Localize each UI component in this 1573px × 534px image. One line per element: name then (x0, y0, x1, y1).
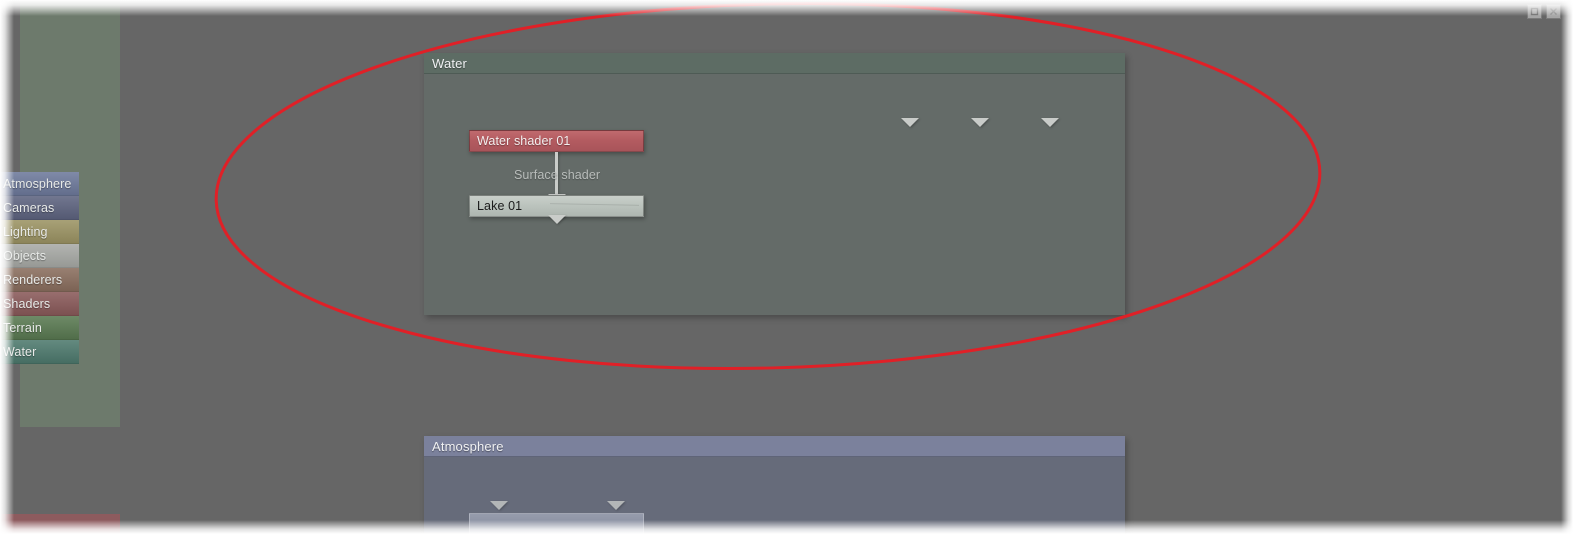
window-controls (1527, 4, 1561, 19)
sidebar-item-label: Objects (3, 248, 47, 263)
node-atmosphere-partial[interactable] (469, 513, 644, 534)
node-label: Lake 01 (477, 199, 523, 213)
sidebar-overflow-bar (0, 514, 120, 534)
close-button[interactable] (1546, 4, 1561, 19)
node-input-arrow[interactable] (607, 501, 625, 510)
group-title: Water (432, 55, 467, 71)
group-panel-water[interactable]: Water Water shader 01 Surface shader Lak… (424, 53, 1125, 315)
sidebar-item-label: Terrain (3, 320, 42, 335)
node-link-label: Surface shader (514, 168, 601, 182)
node-input-arrow[interactable] (901, 118, 919, 127)
restore-button[interactable] (1527, 4, 1542, 19)
close-icon (1550, 8, 1557, 15)
sidebar-item-water[interactable]: Water (0, 340, 79, 364)
restore-icon (1530, 7, 1539, 16)
node-input-arrow[interactable] (490, 501, 508, 510)
fade-right (1561, 0, 1573, 534)
sidebar-item-shaders[interactable]: Shaders (0, 292, 79, 316)
group-panel-atmosphere[interactable]: Atmosphere (424, 436, 1125, 534)
node-input-arrow[interactable] (1041, 118, 1059, 127)
sidebar-item-objects[interactable]: Objects (0, 244, 79, 268)
group-title: Atmosphere (432, 438, 504, 454)
sidebar-item-renderers[interactable]: Renderers (0, 268, 79, 292)
category-list: Atmosphere Cameras Lighting Objects Rend… (0, 172, 79, 364)
node-label: Water shader 01 (477, 134, 571, 148)
group-header-atmosphere: Atmosphere (424, 436, 1125, 457)
sidebar-item-label: Shaders (3, 296, 51, 311)
sidebar-item-label: Cameras (3, 200, 55, 215)
group-body-water[interactable]: Water shader 01 Surface shader Lake 01 (424, 74, 1125, 314)
sidebar-item-atmosphere[interactable]: Atmosphere (0, 172, 79, 196)
sidebar-item-label: Lighting (3, 224, 48, 239)
node-water-shader-01[interactable]: Water shader 01 (469, 130, 644, 152)
group-body-atmosphere[interactable] (424, 457, 1125, 534)
group-header-water: Water (424, 53, 1125, 74)
sidebar-item-label: Renderers (3, 272, 63, 287)
node-input-arrow[interactable] (971, 118, 989, 127)
node-lake-01[interactable]: Lake 01 (469, 195, 644, 217)
node-output-arrow[interactable] (548, 215, 566, 224)
node-graph-editor: Atmosphere Cameras Lighting Objects Rend… (0, 0, 1573, 534)
sidebar-item-terrain[interactable]: Terrain (0, 316, 79, 340)
sidebar-item-cameras[interactable]: Cameras (0, 196, 79, 220)
sidebar-item-lighting[interactable]: Lighting (0, 220, 79, 244)
fade-top (0, 0, 1573, 16)
sidebar-item-label: Atmosphere (3, 176, 72, 191)
sidebar-item-label: Water (3, 344, 37, 359)
